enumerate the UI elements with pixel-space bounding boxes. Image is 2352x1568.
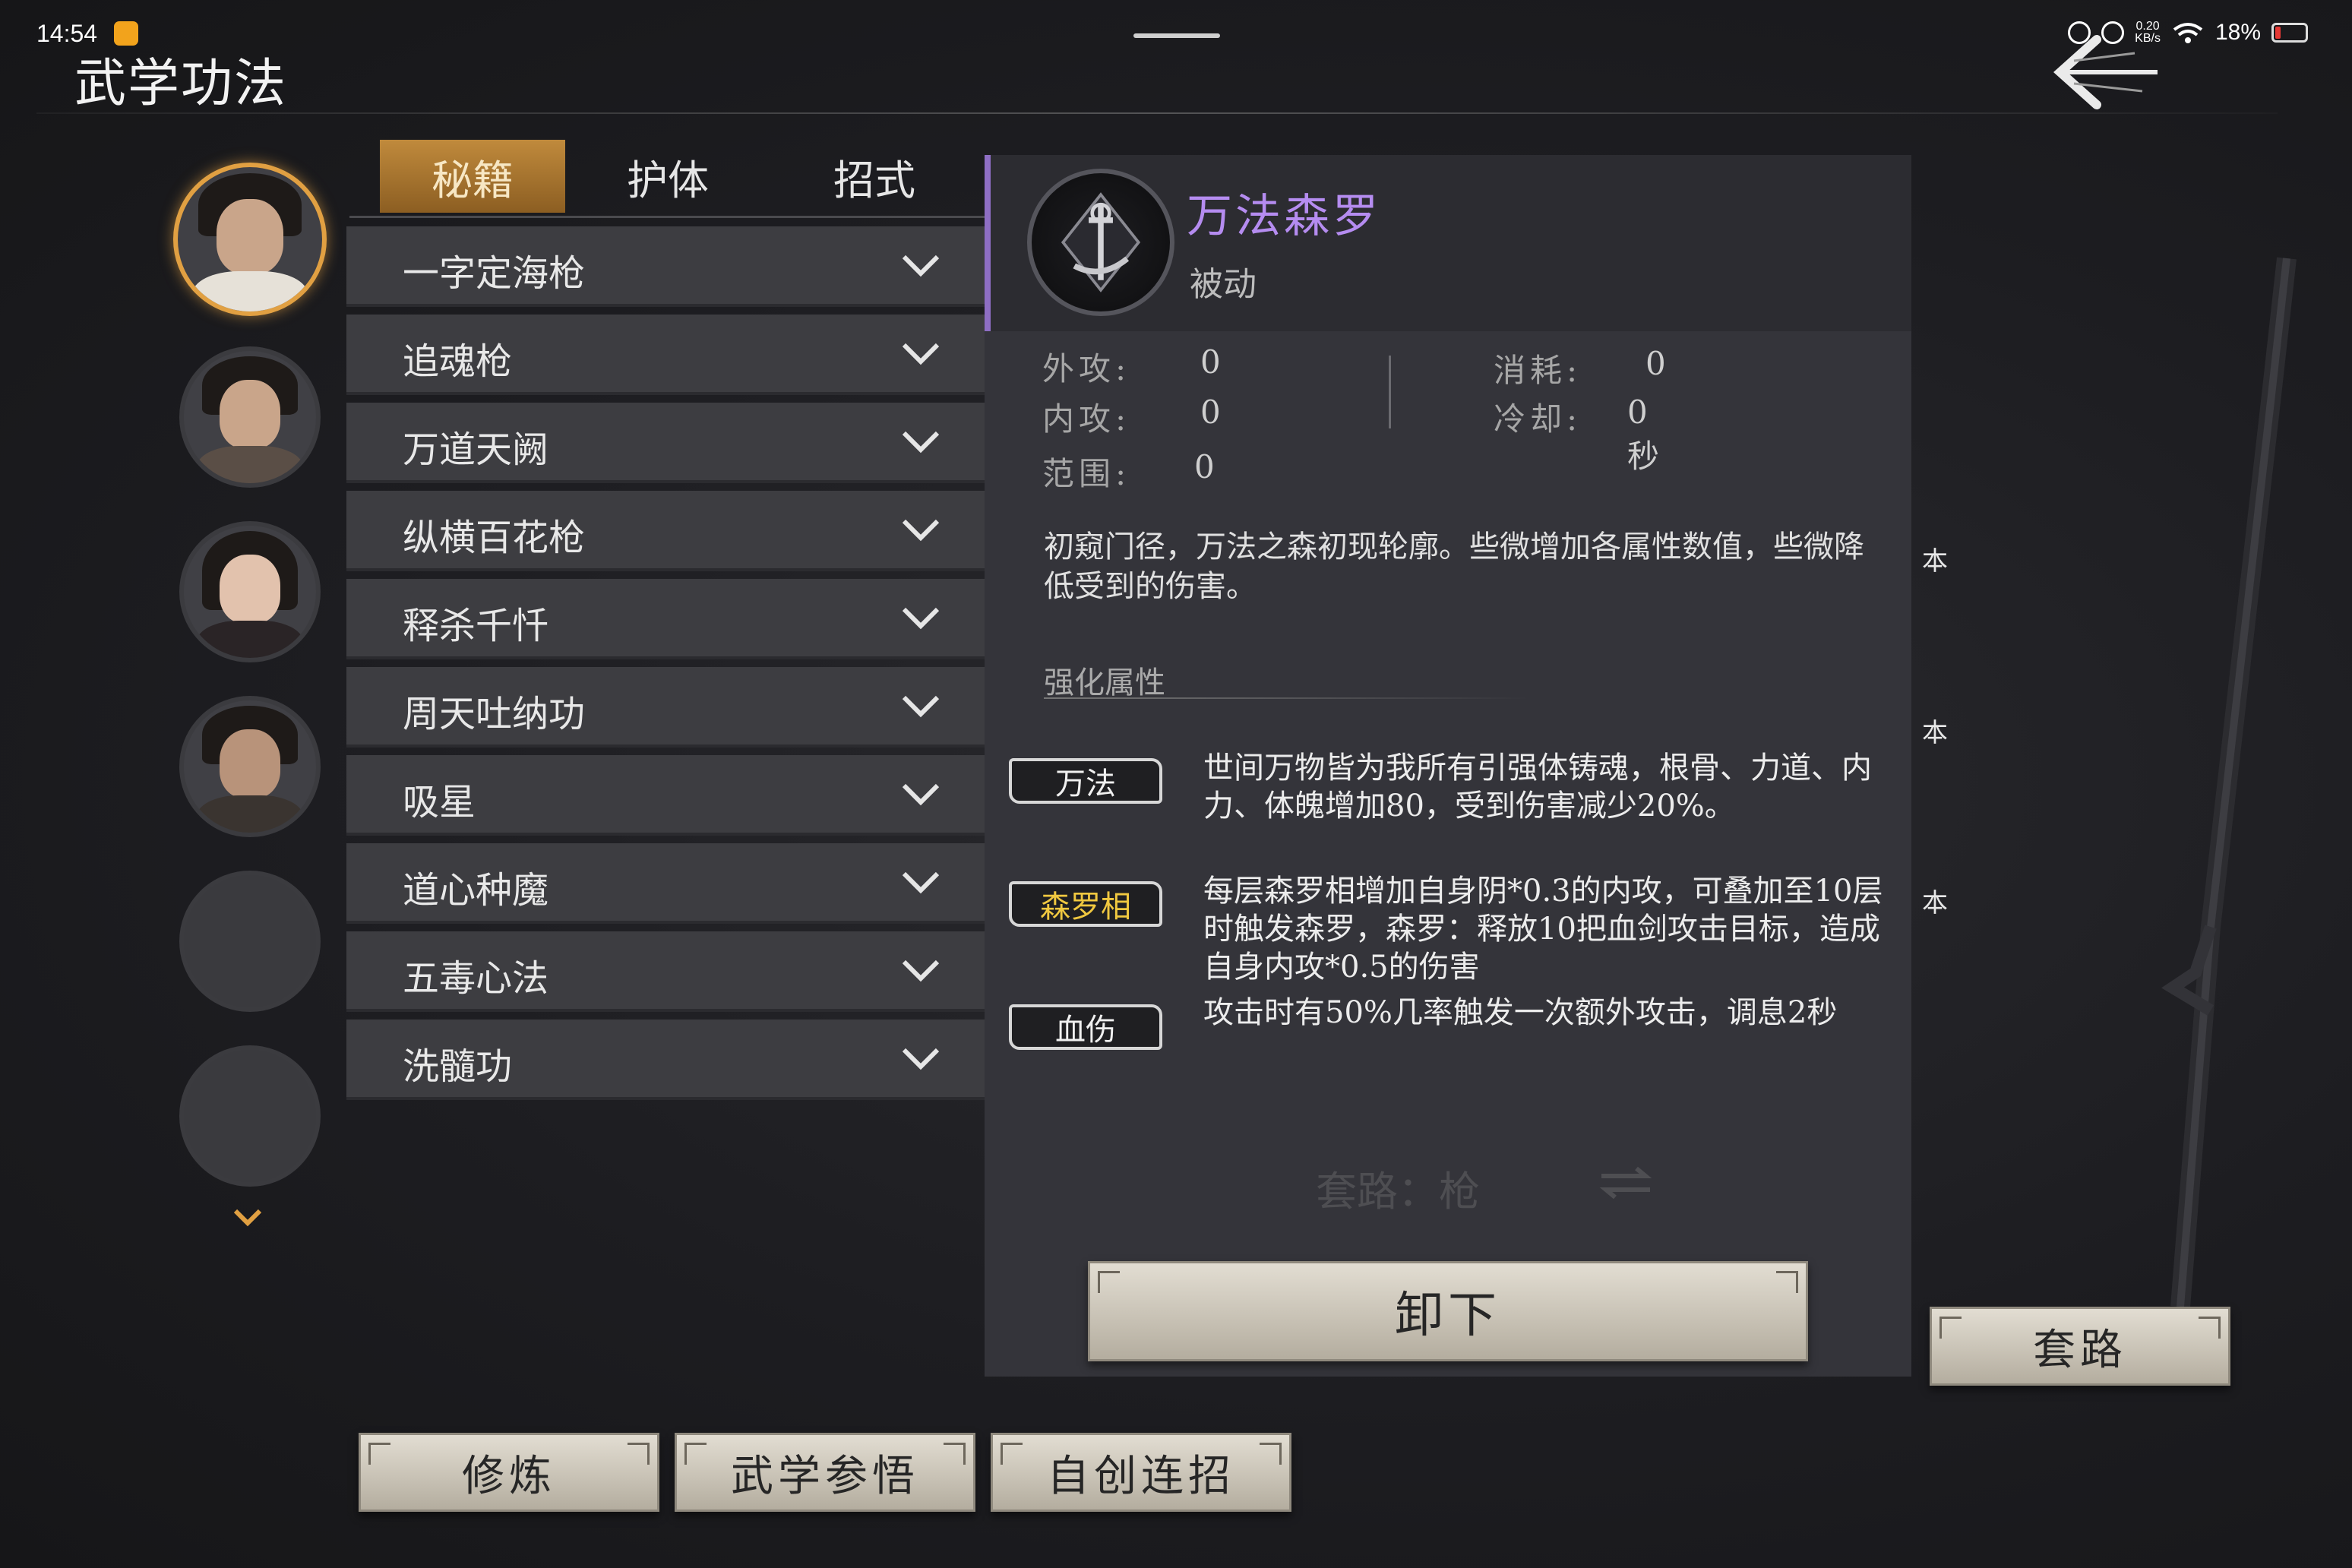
tab-zhaoshi[interactable]: 招式 [795,140,954,213]
stat-range: 范围: 0 [1042,448,1215,495]
stat-label: 范围: [1042,455,1131,492]
character-avatar-1[interactable] [173,163,327,316]
stat-divider [1389,356,1391,428]
book-list-item[interactable]: 释杀千忏 [346,579,985,659]
chevron-down-icon [902,871,940,894]
side-slot-label: 本 [1922,546,1948,577]
enhance-text: 攻击时有50%几率触发一次额外攻击，调息2秒 [1203,995,1838,1030]
book-label: 释杀千忏 [403,605,549,647]
chevron-down-icon [902,343,940,365]
stat-label: 内攻: [1042,400,1131,438]
enhance-tag-senluoxiang: 森罗相 [1009,881,1162,927]
enhance-text: 世间万物皆为我所有引强体铸魂，根骨、力道、内力、体魄增加80，受到伤害减少20%… [1203,751,1872,824]
enhance-section-title: 强化属性 [1044,665,1165,700]
tab-miji[interactable]: 秘籍 [380,140,565,213]
enhance-tag-xueshang: 血伤 [1009,1004,1162,1050]
drag-handle[interactable] [1133,33,1220,38]
enhance-divider [1044,697,1530,699]
taolu-button[interactable]: 套路 [1930,1307,2230,1386]
book-label: 道心种魔 [403,869,549,912]
stat-label: 外攻: [1042,350,1131,387]
side-slot-label: 本 [1922,888,1948,918]
stat-outer-attack: 外攻: 0 [1042,343,1221,390]
book-label: 洗髓功 [403,1045,513,1088]
chevron-down-icon [902,607,940,630]
stat-value: 0 [1200,343,1221,381]
tab-divider [349,216,986,218]
spear-weapon-illustration [2161,257,2297,1308]
battery-icon [2271,23,2308,43]
skill-name: 万法森罗 [1187,190,1381,243]
wifi-icon [2173,23,2203,43]
book-list-item[interactable]: 道心种魔 [346,843,985,924]
battery-percent: 18% [2214,20,2261,45]
character-avatar-2[interactable] [179,346,321,488]
custom-combo-button[interactable]: 自创连招 [991,1433,1291,1512]
stat-value: 0 [1194,448,1215,485]
stat-value: 0 [1645,345,1666,382]
swap-icon [1599,1166,1652,1200]
title-divider [36,112,2278,114]
chevron-down-icon [902,959,940,982]
stat-label: 消耗: [1494,352,1582,389]
chevron-down-icon [902,783,940,806]
chevron-down-icon [902,254,940,277]
chevron-down-icon [902,519,940,542]
side-slot-label: 本 [1922,718,1948,748]
stat-label: 冷却: [1494,400,1582,438]
book-label: 吸星 [403,781,476,824]
book-list-item[interactable]: 吸星 [346,755,985,836]
book-list-item[interactable]: 追魂枪 [346,315,985,395]
book-label: 五毒心法 [403,957,549,1000]
character-avatar-4[interactable] [179,696,321,837]
taolu-hint: 套路：枪 [1316,1168,1480,1216]
stat-value: 0 [1200,394,1221,431]
empty-avatar-slot[interactable] [179,1045,321,1187]
character-avatar-3[interactable] [179,521,321,662]
page-title: 武学功法 [74,54,288,114]
skill-emblem-icon [1027,169,1174,316]
book-label: 万道天阙 [403,428,549,471]
skill-description: 初窥门径，万法之森初现轮廓。些微增加各属性数值，些微降低受到的伤害。 [1044,530,1864,604]
chevron-down-icon[interactable] [232,1206,263,1229]
book-label: 一字定海枪 [403,252,586,295]
empty-avatar-slot[interactable] [179,871,321,1012]
book-label: 追魂枪 [403,340,513,383]
enhance-text: 每层森罗相增加自身阴*0.3的内攻，可叠加至10层时触发森罗，森罗：释放10把血… [1203,874,1883,985]
book-label: 纵横百花枪 [403,517,586,559]
tab-bar: 秘籍 护体 招式 [349,137,986,220]
stat-cooldown: 冷却: 0秒 [1494,394,1659,475]
book-list-item[interactable]: 一字定海枪 [346,226,985,307]
enhance-tag-wanfa: 万法 [1009,758,1162,804]
book-label: 周天吐纳功 [403,693,586,735]
chevron-down-icon [902,695,940,718]
book-list-item[interactable]: 万道天阙 [346,403,985,483]
book-list-item[interactable]: 洗髓功 [346,1020,985,1100]
chevron-down-icon [902,1048,940,1070]
book-list-item[interactable]: 五毒心法 [346,931,985,1012]
martial-insight-button[interactable]: 武学参悟 [675,1433,975,1512]
stat-value: 0秒 [1627,394,1660,475]
stat-cost: 消耗: 0 [1494,345,1666,391]
tab-huti[interactable]: 护体 [588,140,748,213]
unequip-button[interactable]: 卸下 [1088,1261,1808,1361]
book-list-item[interactable]: 纵横百花枪 [346,491,985,571]
skill-type: 被动 [1190,265,1257,304]
back-arrow-icon[interactable] [2044,30,2165,114]
practice-button[interactable]: 修炼 [359,1433,659,1512]
stat-inner-attack: 内攻: 0 [1042,394,1221,440]
chevron-down-icon [902,431,940,454]
book-list-item[interactable]: 周天吐纳功 [346,667,985,748]
